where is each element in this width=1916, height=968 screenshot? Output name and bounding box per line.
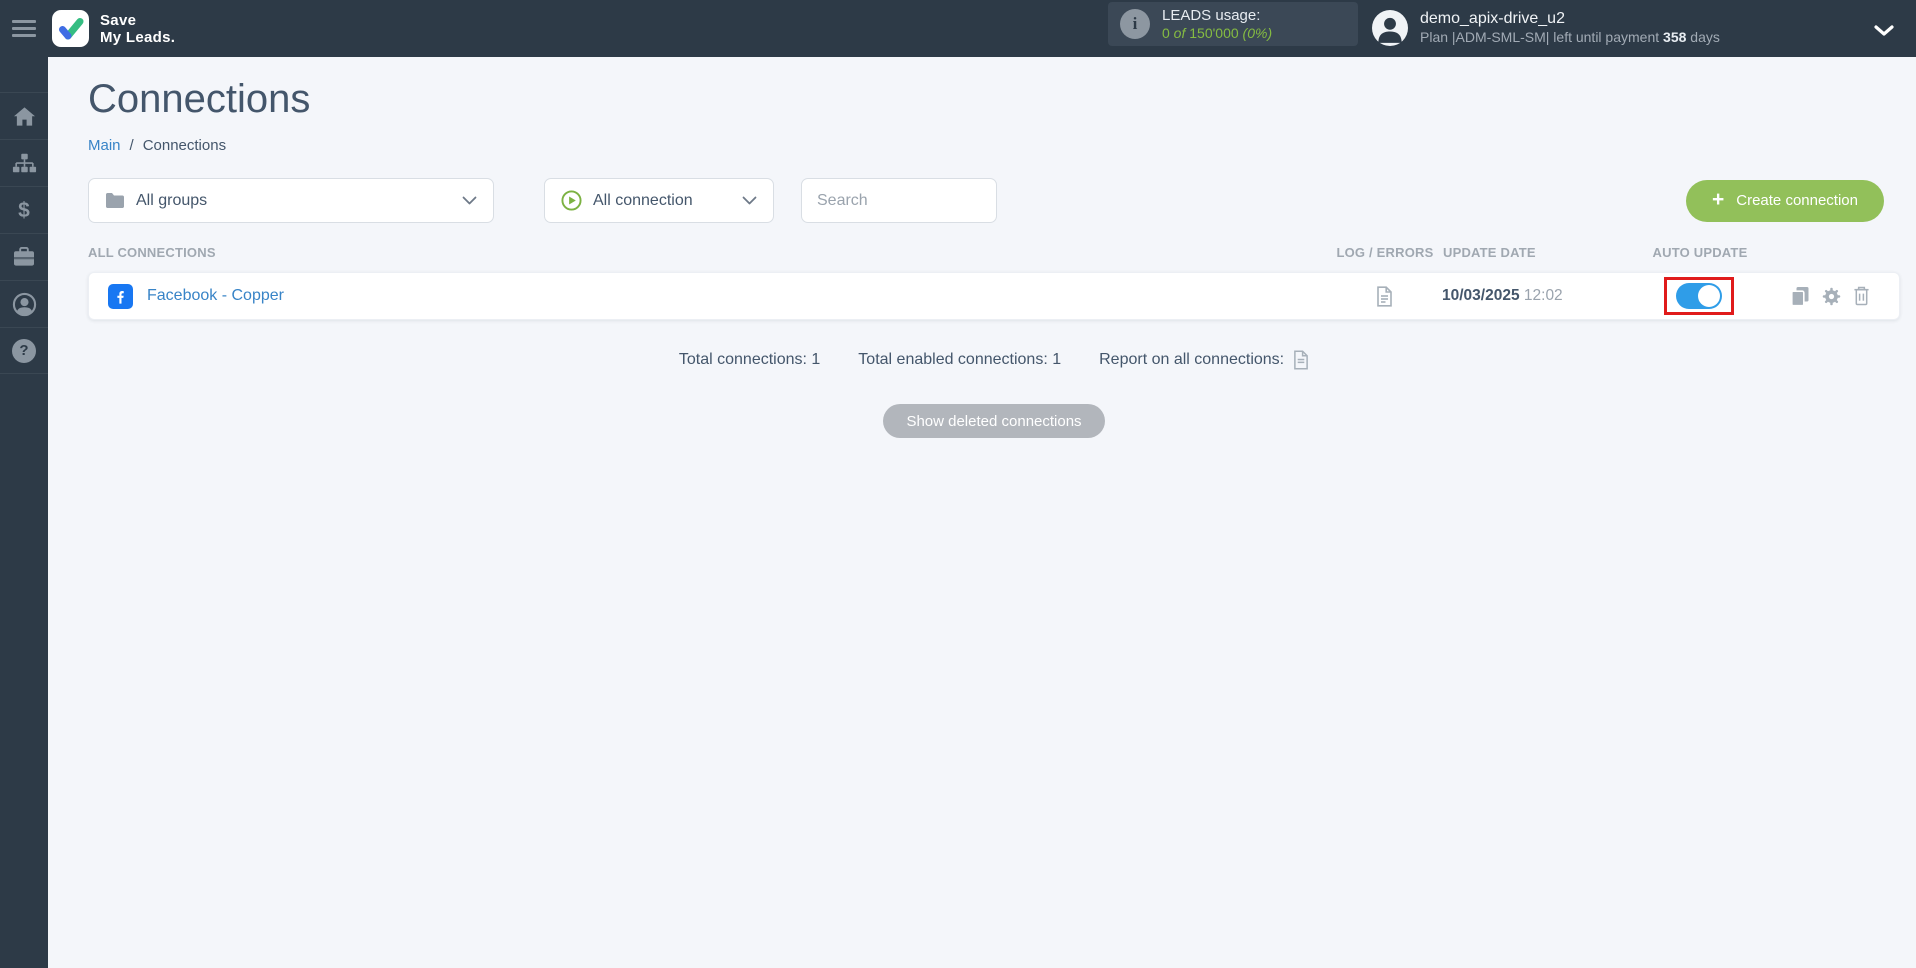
leads-of: of — [1169, 24, 1190, 41]
leads-total: 150'000 — [1189, 24, 1239, 41]
play-circle-icon — [561, 190, 582, 211]
chevron-down-icon[interactable] — [1874, 23, 1894, 41]
chevron-down-icon — [462, 192, 477, 210]
update-time: 12:02 — [1523, 287, 1563, 304]
trash-icon[interactable] — [1853, 286, 1870, 306]
user-plan: Plan |ADM-SML-SM| left until payment 358… — [1420, 28, 1720, 46]
sidebar-item-integrations[interactable] — [0, 139, 48, 186]
logo-badge — [52, 10, 89, 47]
folder-icon — [106, 193, 124, 208]
totals-row: Total connections: 1 Total enabled conne… — [88, 350, 1900, 370]
leads-usage-text: LEADS usage: 0 of 150'000 (0%) — [1162, 7, 1272, 42]
hamburger-bar — [12, 20, 36, 23]
plan-prefix: Plan |ADM-SML-SM| left until payment — [1420, 29, 1664, 45]
copy-icon[interactable] — [1790, 286, 1810, 307]
hamburger-bar — [12, 34, 36, 37]
settings-gear-icon[interactable] — [1821, 286, 1842, 307]
app-logo[interactable]: Save My Leads. — [52, 10, 175, 47]
leads-used: 0 — [1162, 24, 1170, 41]
home-icon — [13, 106, 35, 126]
breadcrumb-main-link[interactable]: Main — [88, 137, 121, 154]
sidebar-item-billing[interactable]: $ — [0, 186, 48, 233]
report-all-connections: Report on all connections: — [1099, 350, 1309, 370]
column-header-update-date: UPDATE DATE — [1443, 245, 1536, 260]
user-name: demo_apix-drive_u2 — [1420, 10, 1565, 27]
groups-filter-dropdown[interactable]: All groups — [88, 178, 494, 223]
user-avatar-icon — [1372, 9, 1408, 46]
annotation-highlight-box — [1664, 277, 1734, 315]
connection-filter-dropdown[interactable]: All connection — [544, 178, 774, 223]
top-header: Save My Leads. i LEADS usage: 0 of 150'0… — [0, 0, 1916, 57]
column-header-all-connections: ALL CONNECTIONS — [88, 245, 216, 260]
logo-checkmark-icon — [58, 17, 83, 39]
show-deleted-connections-button[interactable]: Show deleted connections — [883, 404, 1105, 438]
help-icon: ? — [12, 338, 36, 363]
days-suffix: days — [1686, 29, 1720, 45]
connection-name-cell: Facebook - Copper — [89, 283, 1334, 309]
breadcrumb: Main / Connections — [88, 137, 1900, 154]
main-content: Connections Main / Connections All group… — [48, 57, 1916, 968]
chevron-down-icon — [742, 192, 757, 210]
info-icon: i — [1120, 9, 1150, 39]
hamburger-bar — [12, 27, 36, 30]
column-header-log-errors: LOG / ERRORS — [1336, 245, 1434, 260]
leads-percent: (0%) — [1238, 24, 1273, 41]
connection-filter-label: All connection — [593, 191, 693, 209]
user-menu[interactable]: demo_apix-drive_u2 Plan |ADM-SML-SM| lef… — [1372, 9, 1720, 46]
services-icon — [14, 247, 34, 266]
breadcrumb-separator: / — [129, 137, 134, 154]
report-document-icon[interactable] — [1293, 350, 1309, 370]
auto-update-cell — [1614, 277, 1784, 315]
sidebar-item-services[interactable] — [0, 233, 48, 280]
leads-usage-panel: i LEADS usage: 0 of 150'000 (0%) — [1108, 2, 1358, 46]
sidebar: $ ? — [0, 57, 48, 968]
filter-row: All groups All connection + Create conne… — [88, 178, 1900, 223]
sidebar-item-home[interactable] — [0, 92, 48, 139]
auto-update-toggle[interactable] — [1676, 283, 1722, 309]
breadcrumb-current: Connections — [142, 137, 227, 154]
leads-usage-value: 0 of 150'000 (0%) — [1162, 25, 1272, 42]
account-icon — [12, 292, 36, 316]
leads-usage-label: LEADS usage: — [1162, 6, 1261, 24]
log-document-icon[interactable] — [1376, 285, 1393, 307]
logo-text: Save My Leads. — [100, 11, 176, 46]
hamburger-menu-button[interactable] — [0, 0, 48, 57]
total-connections: Total connections: 1 — [678, 351, 821, 368]
total-enabled-connections: Total enabled connections: 1 — [858, 351, 1062, 368]
log-errors-cell — [1334, 285, 1434, 307]
update-date-cell: 10/03/2025 12:02 — [1434, 287, 1614, 305]
connection-name-link[interactable]: Facebook - Copper — [147, 287, 284, 305]
connection-row: Facebook - Copper 10/03/2025 12:02 — [88, 272, 1900, 320]
groups-filter-label: All groups — [136, 191, 208, 209]
facebook-icon — [108, 283, 133, 309]
report-label: Report on all connections: — [1099, 351, 1285, 368]
update-date: 10/03/2025 — [1442, 287, 1520, 304]
integrations-icon — [12, 153, 36, 172]
row-actions — [1784, 286, 1899, 307]
column-header-auto-update: AUTO UPDATE — [1652, 245, 1748, 260]
page-title: Connections — [88, 77, 311, 121]
table-column-headers: ALL CONNECTIONS LOG / ERRORS UPDATE DATE… — [88, 245, 1900, 260]
user-info: demo_apix-drive_u2 Plan |ADM-SML-SM| lef… — [1420, 9, 1720, 46]
toggle-knob — [1698, 285, 1720, 307]
create-connection-label: Create connection — [1736, 192, 1858, 209]
billing-icon: $ — [18, 198, 30, 222]
sidebar-item-account[interactable] — [0, 280, 48, 327]
create-connection-button[interactable]: + Create connection — [1685, 179, 1884, 222]
sidebar-item-help[interactable]: ? — [0, 327, 48, 374]
search-input[interactable] — [801, 178, 997, 223]
plus-icon: + — [1711, 188, 1725, 211]
days-left: 358 — [1663, 29, 1687, 45]
